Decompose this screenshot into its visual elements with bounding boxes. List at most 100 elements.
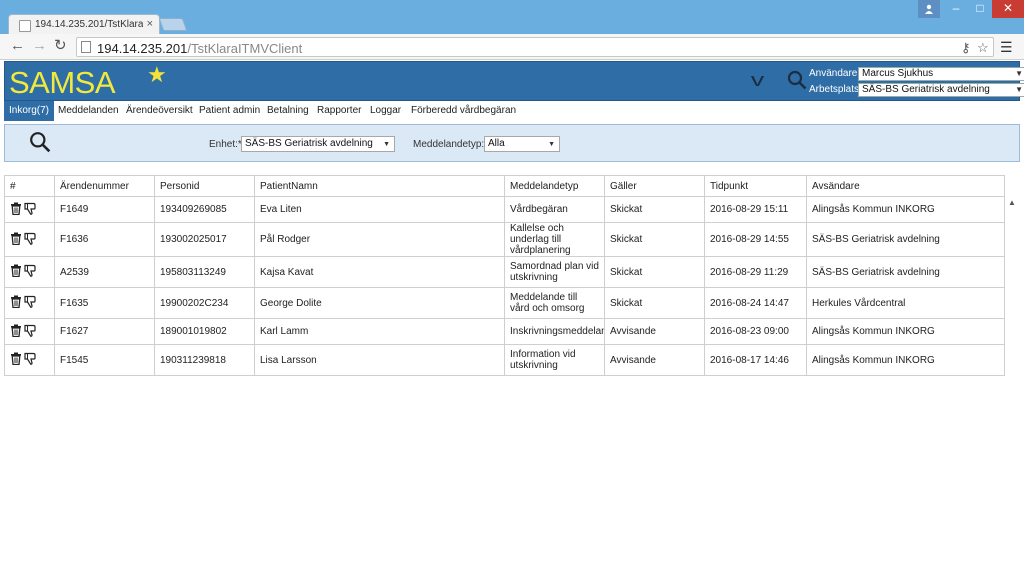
reload-icon[interactable]: ↻ [54, 38, 67, 54]
column-header[interactable]: # [4, 175, 55, 197]
cell-personid: 19900202C234 [154, 287, 255, 319]
trash-icon[interactable] [10, 352, 22, 368]
filter-bar: Enhet:* SÄS-BS Geriatrisk avdelning ▼ Me… [4, 124, 1020, 162]
message-type-select[interactable]: Alla ▼ [484, 136, 560, 152]
table-row[interactable]: F1635 19900202C234 George Dolite Meddelande… [4, 287, 1005, 319]
thumbs-down-icon[interactable] [24, 232, 38, 248]
table-row[interactable]: F1649 193409269085 Eva Liten Vårdbegäran Ski… [4, 196, 1005, 223]
tab-title: 194.14.235.201/TstKlaraIT [35, 19, 143, 30]
column-header[interactable]: Ärendenummer [54, 175, 155, 197]
browser-tab[interactable]: 194.14.235.201/TstKlaraIT × [8, 14, 160, 36]
trash-icon[interactable] [10, 232, 22, 248]
cell-arende: A2539 [54, 256, 155, 288]
cell-galler: Avvisande [604, 344, 705, 376]
message-type-label: Meddelandetyp: [413, 139, 485, 150]
cell-typ: Kallelse och underlag till vårdplanering [504, 222, 605, 257]
cell-galler: Skickat [604, 287, 705, 319]
cell-typ: Inskrivningsmeddelande [504, 318, 605, 345]
table-row[interactable]: A2539 195803113249 Kajsa Kavat Samordnad pl… [4, 256, 1005, 288]
cell-tid: 2016-08-17 14:46 [704, 344, 807, 376]
thumbs-down-icon[interactable] [24, 264, 38, 280]
dropdown-arrow-icon: ▼ [548, 141, 555, 148]
maximize-icon[interactable]: □ [968, 0, 992, 18]
close-window-icon[interactable]: ✕ [992, 0, 1024, 18]
url-host: 194.14.235.201 [97, 41, 188, 56]
trash-icon[interactable] [10, 295, 22, 311]
user-icon[interactable] [918, 0, 940, 18]
cell-arende: F1627 [54, 318, 155, 345]
url-path: /TstKlaraITMVClient [187, 41, 303, 56]
page-info-icon [81, 41, 91, 53]
thumbs-down-icon[interactable] [24, 202, 38, 218]
cell-galler: Skickat [604, 256, 705, 288]
scroll-up-arrow-icon[interactable]: ▲ [1008, 198, 1016, 207]
trash-icon[interactable] [10, 264, 22, 280]
browser-menu-icon[interactable]: ☰ [1000, 39, 1013, 56]
nav-item-meddelanden[interactable]: Meddelanden [53, 101, 124, 121]
row-actions [4, 222, 55, 257]
trash-icon[interactable] [10, 324, 22, 340]
search-icon[interactable] [29, 131, 51, 156]
workplace-select[interactable]: SÄS-BS Geriatrisk avdelning ▼ [858, 83, 1024, 97]
row-actions [4, 256, 55, 288]
cell-typ: Information vid utskrivning [504, 344, 605, 376]
cell-tid: 2016-08-29 14:55 [704, 222, 807, 257]
table-row[interactable]: F1545 190311239818 Lisa Larsson Information… [4, 344, 1005, 376]
cell-typ: Vårdbegäran [504, 196, 605, 223]
cell-avsandare: Herkules Vårdcentral [806, 287, 1005, 319]
cell-namn: Karl Lamm [254, 318, 505, 345]
column-header[interactable]: Meddelandetyp [504, 175, 605, 197]
cell-arende: F1636 [54, 222, 155, 257]
cell-tid: 2016-08-23 09:00 [704, 318, 807, 345]
cell-personid: 189001019802 [154, 318, 255, 345]
search-icon[interactable] [787, 70, 807, 93]
back-arrow-icon[interactable]: ← [10, 38, 25, 54]
chevron-down-icon[interactable]: v [751, 70, 765, 91]
new-tab-button[interactable] [158, 18, 188, 31]
cell-personid: 195803113249 [154, 256, 255, 288]
close-tab-icon[interactable]: × [147, 18, 153, 30]
cell-namn: George Dolite [254, 287, 505, 319]
forward-arrow-icon[interactable]: → [32, 38, 47, 54]
column-header[interactable]: Personid [154, 175, 255, 197]
cell-tid: 2016-08-29 11:29 [704, 256, 807, 288]
browser-toolbar: ← → ↻ 194.14.235.201/TstKlaraITMVClient … [0, 34, 1024, 60]
table-row[interactable]: F1636 193002025017 Pål Rodger Kallelse och … [4, 222, 1005, 257]
address-bar[interactable]: 194.14.235.201/TstKlaraITMVClient ⚷ ☆ [76, 37, 994, 57]
row-actions [4, 287, 55, 319]
row-actions [4, 318, 55, 345]
nav-item-arendeoversikt[interactable]: Ärendeöversikt [121, 101, 198, 121]
favorite-star-icon[interactable]: ★ [147, 62, 167, 88]
url-text: 194.14.235.201/TstKlaraITMVClient [97, 41, 302, 56]
nav-item-patient-admin[interactable]: Patient admin [194, 101, 265, 121]
thumbs-down-icon[interactable] [24, 324, 38, 340]
minimize-icon[interactable]: – [944, 0, 968, 18]
table-row[interactable]: F1627 189001019802 Karl Lamm Inskrivningsme… [4, 318, 1005, 345]
unit-select[interactable]: SÄS-BS Geriatrisk avdelning ▼ [241, 136, 395, 152]
cell-galler: Skickat [604, 222, 705, 257]
nav-item-betalning[interactable]: Betalning [262, 101, 314, 121]
cell-namn: Eva Liten [254, 196, 505, 223]
nav-item-loggar[interactable]: Loggar [365, 101, 406, 121]
thumbs-down-icon[interactable] [24, 352, 38, 368]
key-icon[interactable]: ⚷ [961, 40, 971, 56]
nav-item-rapporter[interactable]: Rapporter [312, 101, 366, 121]
cell-personid: 190311239818 [154, 344, 255, 376]
nav-item-inkorg[interactable]: Inkorg(7) [4, 101, 55, 121]
cell-personid: 193409269085 [154, 196, 255, 223]
cell-typ: Samordnad plan vid utskrivning [504, 256, 605, 288]
column-header[interactable]: PatientNamn [254, 175, 505, 197]
trash-icon[interactable] [10, 202, 22, 218]
bookmark-star-icon[interactable]: ☆ [977, 40, 989, 56]
cell-namn: Lisa Larsson [254, 344, 505, 376]
vertical-scrollbar[interactable]: ▲ [1006, 196, 1018, 562]
cell-avsandare: SÄS-BS Geriatrisk avdelning [806, 222, 1005, 257]
thumbs-down-icon[interactable] [24, 295, 38, 311]
user-select[interactable]: Marcus Sjukhus ▼ [858, 67, 1024, 81]
nav-item-forberedd-vardbegaran[interactable]: Förberedd vårdbegäran [406, 101, 521, 121]
unit-value: SÄS-BS Geriatrisk avdelning [245, 138, 373, 149]
column-header[interactable]: Tidpunkt [704, 175, 807, 197]
column-header[interactable]: Avsändare [806, 175, 1005, 197]
column-header[interactable]: Gäller [604, 175, 705, 197]
cell-arende: F1545 [54, 344, 155, 376]
